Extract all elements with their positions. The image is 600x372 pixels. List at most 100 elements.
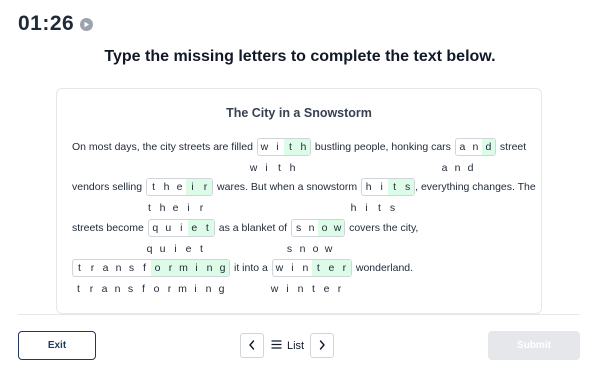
hint-letter: e [172,202,179,214]
given-letter: n [308,222,315,234]
hint-letters: with [247,161,299,175]
missing-letter-input[interactable]: d [481,139,495,155]
word-input-snow[interactable]: snow [291,219,346,237]
word-input-hits[interactable]: hits [361,178,416,196]
missing-letter-input[interactable]: m [177,260,190,276]
word-input-quiet[interactable]: quiet [147,219,215,237]
passage-text: it into a [234,262,268,274]
word-input-with[interactable]: with [256,138,311,156]
missing-letter-input[interactable]: w [331,220,345,236]
hint-letter: a [441,162,448,174]
passage-text: On most days, the city streets are fille… [72,141,253,153]
missing-letter-input[interactable]: t [283,139,297,155]
passage-card: The City in a Snowstorm On most days, th… [56,88,542,314]
hint-letter: n [454,162,461,174]
passage-line: streets become quiet as a blanket of sno… [72,218,422,238]
hint-letter: t [77,283,80,295]
passage-text: bustling people, honking cars [314,141,451,153]
given-letter: h [365,181,372,193]
missing-letter-input[interactable]: h [296,139,310,155]
word-input-transforming[interactable]: transforming [72,259,230,277]
hint-letter: q [146,243,153,255]
hint-letter: s [286,243,293,255]
passage-text: , everything changes. The [415,181,536,193]
missing-letter-input[interactable]: i [186,179,200,195]
missing-letter-input[interactable]: t [200,220,214,236]
missing-letter-input[interactable]: t [311,260,325,276]
hint-letter: g [218,283,225,295]
word-input-winter[interactable]: winter [271,259,352,277]
hint-letters: hits [347,201,399,215]
missing-letter-input[interactable]: r [164,260,177,276]
hint-letter: i [187,202,190,214]
play-icon[interactable] [80,18,94,31]
missing-letter-input[interactable]: r [337,260,351,276]
given-letter: s [295,222,302,234]
missing-letter-input[interactable]: e [324,260,338,276]
given-letter: t [78,262,81,274]
hint-letter: h [159,202,166,214]
hint-letter: n [205,283,212,295]
footer-divider [18,314,580,315]
given-letter: a [102,262,109,274]
hint-letters: transforming [72,282,228,296]
passage-text: wares. But when a snowstorm [217,181,358,193]
prev-button[interactable] [240,333,264,358]
next-button[interactable] [310,333,334,358]
hint-letter: w [249,162,258,174]
hint-letter: t [278,162,281,174]
hint-letter: i [194,283,197,295]
hint-letter: t [378,202,381,214]
given-letter: t [152,181,155,193]
hint-letter: o [312,243,319,255]
missing-letter-input[interactable]: n [203,260,216,276]
instruction-text: Type the missing letters to complete the… [104,48,496,65]
hint-letter: u [159,243,166,255]
given-letter: h [163,181,170,193]
word-input-their[interactable]: their [146,178,214,196]
given-letter: u [165,222,172,234]
hint-letter: e [185,243,192,255]
given-letter: w [260,141,269,153]
missing-letter-input[interactable]: r [199,179,213,195]
given-letter: q [152,222,159,234]
hint-letter: i [265,162,268,174]
missing-letter-input[interactable]: i [190,260,203,276]
list-button[interactable]: List [271,333,304,358]
list-icon [271,339,282,352]
given-letter: n [472,141,479,153]
hint-letter: i [174,243,177,255]
missing-letter-input[interactable]: s [401,179,415,195]
passage-line: On most days, the city streets are fille… [72,137,530,157]
hint-letter: s [127,283,134,295]
submit-button[interactable]: Submit [488,331,580,360]
hint-letter: w [324,243,333,255]
missing-letter-input[interactable]: e [187,220,201,236]
hint-letter: t [312,283,315,295]
given-letter: r [90,262,95,274]
list-label: List [287,339,305,352]
hint-letter: h [289,162,296,174]
passage-text: wonderland. [355,262,414,274]
hint-letter: f [142,283,145,295]
hint-letter: t [148,202,151,214]
chevron-left-icon [248,337,256,355]
exit-button[interactable]: Exit [18,331,96,360]
passage-text: street [499,141,527,153]
chevron-right-icon [318,337,326,355]
hint-letters: winter [268,282,346,296]
hint-letters: quiet [143,242,208,256]
hint-letter: r [337,283,342,295]
given-letter: w [275,262,284,274]
missing-letter-input[interactable]: o [151,260,164,276]
hint-letter: a [101,283,108,295]
missing-letter-input[interactable]: t [388,179,402,195]
passage-text: vendors selling [72,181,143,193]
given-letter: a [459,141,466,153]
missing-letter-input[interactable]: o [318,220,332,236]
given-letter: i [276,141,279,153]
hint-letter: i [365,202,368,214]
hint-letter: m [178,283,187,295]
missing-letter-input[interactable]: g [216,260,229,276]
word-input-and[interactable]: and [454,138,496,156]
